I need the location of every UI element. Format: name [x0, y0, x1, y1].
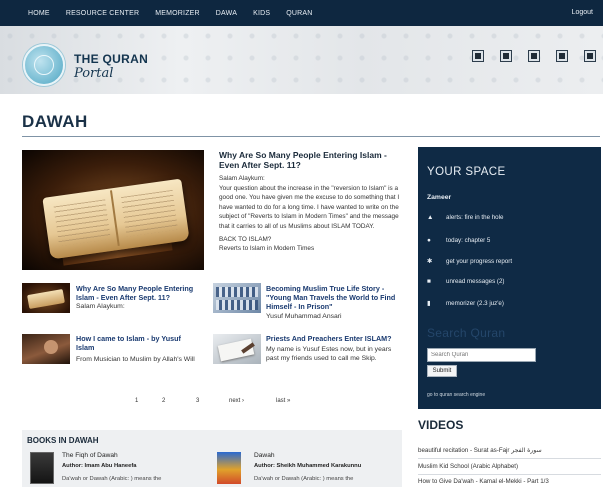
- alerts-label: alerts: fire in the hole: [446, 214, 504, 221]
- article-title[interactable]: How I came to Islam - by Yusuf Islam: [76, 334, 201, 352]
- book-cover[interactable]: [217, 452, 241, 484]
- messages-label: unread messages (2): [446, 278, 505, 285]
- videos-title: VIDEOS: [418, 418, 464, 432]
- article-summary: Yusuf Muhammad Ansari: [266, 313, 342, 320]
- search-engine-link[interactable]: go to quran search engine: [427, 392, 485, 398]
- logo-emblem[interactable]: [23, 44, 65, 86]
- toolbar-icon[interactable]: [556, 50, 568, 62]
- nav-home[interactable]: HOME: [28, 10, 50, 17]
- header-toolbar: [472, 50, 596, 62]
- feature-text: Salam Alaykum: Your question about the i…: [219, 174, 403, 254]
- nav-resource-center[interactable]: RESOURCE CENTER: [66, 10, 139, 17]
- nav-dawa[interactable]: DAWA: [216, 10, 237, 17]
- bookmark-icon: ▮: [427, 300, 431, 307]
- alerts-link[interactable]: ▲ alerts: fire in the hole: [427, 214, 503, 221]
- nav-kids[interactable]: KIDS: [253, 10, 270, 17]
- feature-body: Your question about the increase in the …: [219, 184, 400, 230]
- search-heading: Search Quran: [427, 326, 506, 340]
- article-summary: My name is Yusuf Estes now, but in years…: [266, 346, 392, 362]
- location-icon: ●: [427, 237, 431, 244]
- toolbar-icon[interactable]: [584, 50, 596, 62]
- feature-back-heading: BACK TO ISLAM?: [219, 235, 272, 243]
- progress-icon: ✱: [427, 258, 433, 265]
- search-submit-button[interactable]: Submit: [427, 365, 457, 377]
- logout-link[interactable]: Logout: [572, 9, 593, 16]
- toolbar-icon[interactable]: [500, 50, 512, 62]
- today-link[interactable]: ● today: chapter 5: [427, 237, 490, 244]
- progress-label: get your progress report: [446, 257, 513, 265]
- memorizer-link[interactable]: ▮ memorizer (2.3 juz'e): [427, 299, 504, 308]
- pagination-page[interactable]: 1: [135, 398, 138, 404]
- header-banner: THE QURAN Portal: [0, 26, 603, 94]
- mail-icon: ■: [427, 278, 431, 285]
- toolbar-icon[interactable]: [528, 50, 540, 62]
- your-space-title: YOUR SPACE: [427, 166, 506, 178]
- article-thumbnail[interactable]: [22, 283, 70, 313]
- article-thumbnail[interactable]: [22, 334, 70, 364]
- pagination-page[interactable]: 3: [196, 398, 199, 404]
- feature-title[interactable]: Why Are So Many People Entering Islam - …: [219, 150, 405, 170]
- feature-image[interactable]: [22, 150, 204, 270]
- nav-memorizer[interactable]: MEMORIZER: [155, 10, 200, 17]
- book-title[interactable]: Dawah: [254, 452, 275, 459]
- username: Zameer: [427, 194, 452, 201]
- video-link[interactable]: How to Give Da'wah - Kamal el-Mekki - Pa…: [418, 478, 601, 485]
- toolbar-icon[interactable]: [472, 50, 484, 62]
- article-summary: Salam Alaykum:: [76, 303, 125, 310]
- book-author: Author: Sheikh Muhammed Karakunnu: [254, 463, 362, 469]
- book-author: Author: Imam Abu Haneefa: [62, 463, 137, 469]
- title-divider: [22, 136, 600, 137]
- messages-link[interactable]: ■ unread messages (2): [427, 278, 504, 285]
- progress-report-link[interactable]: ✱ get your progress report: [427, 257, 513, 266]
- video-link[interactable]: Muslim Kid School (Arabic Alphabet): [418, 463, 601, 470]
- top-navigation: HOME RESOURCE CENTER MEMORIZER DAWA KIDS…: [0, 0, 603, 26]
- video-divider: [418, 474, 601, 475]
- nav-quran[interactable]: QURAN: [286, 10, 312, 17]
- books-title: BOOKS IN DAWAH: [27, 436, 99, 445]
- pagination-last[interactable]: last »: [276, 398, 290, 404]
- video-divider: [418, 458, 601, 459]
- feature-back-subtitle: Reverts to Islam in Modern Times: [219, 245, 315, 253]
- book-description: Da'wah or Dawah (Arabic: ) means the: [62, 476, 162, 482]
- article-title[interactable]: Why Are So Many People Entering Islam - …: [76, 284, 201, 302]
- search-input[interactable]: [427, 348, 536, 362]
- logo-title[interactable]: THE QURAN: [74, 52, 148, 66]
- alert-icon: ▲: [427, 214, 434, 221]
- memorizer-label: memorizer (2.3 juz'e): [446, 299, 504, 307]
- your-space-panel: YOUR SPACE Zameer ▲ alerts: fire in the …: [418, 147, 601, 409]
- books-section: BOOKS IN DAWAH The Fiqh of Dawah Author:…: [22, 430, 402, 487]
- today-label: today: chapter 5: [446, 237, 491, 244]
- pagination-page[interactable]: 2: [162, 398, 165, 404]
- article-thumbnail[interactable]: [213, 334, 261, 364]
- article-title[interactable]: Priests And Preachers Enter ISLAM?: [266, 334, 402, 343]
- article-title[interactable]: Becoming Muslim True Life Story - "Young…: [266, 284, 402, 311]
- page-title: DAWAH: [22, 112, 88, 131]
- book-description: Da'wah or Dawah (Arabic: ) means the: [254, 476, 354, 482]
- video-link[interactable]: beautiful recitation - Surat as-Fajr سور…: [418, 447, 601, 454]
- book-cover[interactable]: [30, 452, 54, 484]
- article-summary: From Musician to Muslim by Allah's Will: [76, 356, 195, 363]
- feature-greeting: Salam Alaykum:: [219, 175, 265, 182]
- book-title[interactable]: The Fiqh of Dawah: [62, 452, 118, 459]
- article-thumbnail[interactable]: [213, 283, 261, 313]
- logo-subtitle: Portal: [74, 66, 114, 81]
- pagination-next[interactable]: next ›: [229, 398, 244, 404]
